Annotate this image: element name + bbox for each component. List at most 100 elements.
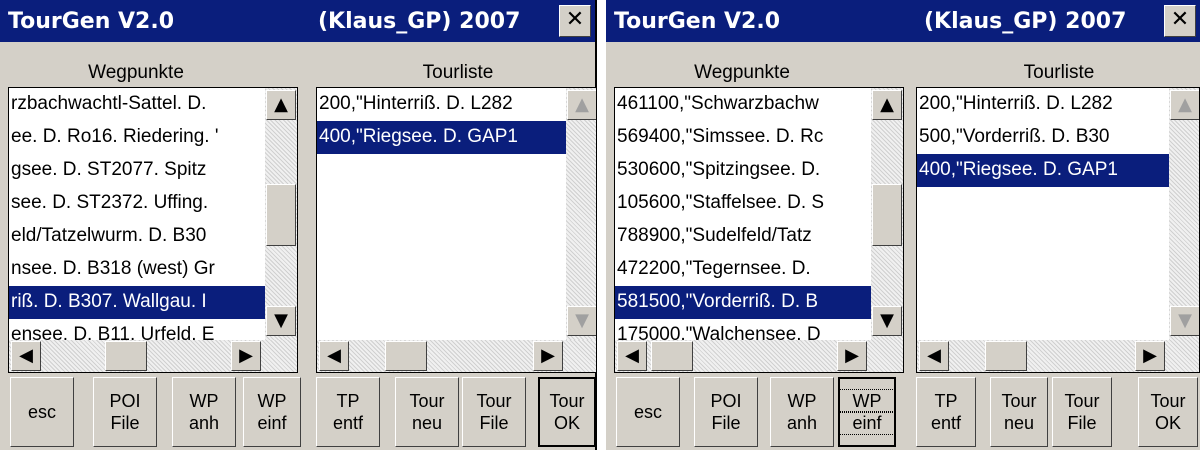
wegpunkte-listbox[interactable]: 461100,"Schwarzbachw 569400,"Simssee. D.… xyxy=(614,87,904,373)
tourliste-list: 200,"Hinterriß. D. L282 500,"Vorderriß. … xyxy=(917,88,1169,187)
wegpunkte-vertical-scrollbar[interactable]: ▲ ▼ xyxy=(265,88,297,340)
scroll-thumb[interactable] xyxy=(266,184,296,246)
wegpunkte-horizontal-scrollbar[interactable]: ◀ ▶ xyxy=(9,340,297,372)
tourliste-item[interactable]: 200,"Hinterriß. D. L282 xyxy=(317,88,566,121)
button-label: Tour xyxy=(549,391,585,411)
tourliste-item-selected[interactable]: 400,"Riegsee. D. GAP1 xyxy=(317,121,566,154)
scroll-thumb[interactable] xyxy=(872,184,902,246)
button-label: POI xyxy=(109,391,141,411)
wp-anh-button[interactable]: WP anh xyxy=(770,377,834,447)
wegpunkte-list: rzbachwachtl-Sattel. D. ee. D. Ro16. Rie… xyxy=(9,88,265,352)
tourliste-horizontal-scrollbar[interactable]: ◀ ▶ xyxy=(317,340,596,372)
tour-ok-button[interactable]: Tour OK xyxy=(538,377,596,447)
wegpunkte-item[interactable]: 788900,"Sudelfeld/Tatz xyxy=(615,220,871,253)
wegpunkte-item[interactable]: 472200,"Tegernsee. D. xyxy=(615,253,871,286)
wegpunkte-list: 461100,"Schwarzbachw 569400,"Simssee. D.… xyxy=(615,88,871,352)
wegpunkte-horizontal-scrollbar[interactable]: ◀ ▶ xyxy=(615,340,903,372)
button-label: anh xyxy=(786,413,818,433)
button-label: File xyxy=(1067,413,1097,433)
author-title: (Klaus_GP) 2007 xyxy=(318,9,521,34)
scroll-up-arrow-icon[interactable]: ▲ xyxy=(266,90,296,120)
wegpunkte-item[interactable]: rzbachwachtl-Sattel. D. xyxy=(9,88,265,121)
scroll-up-arrow-icon[interactable]: ▲ xyxy=(567,90,596,120)
scroll-down-arrow-icon[interactable]: ▼ xyxy=(1170,306,1199,336)
tourliste-item[interactable]: 200,"Hinterriß. D. L282 xyxy=(917,88,1169,121)
scroll-down-arrow-icon[interactable]: ▼ xyxy=(872,306,902,336)
scroll-up-arrow-icon[interactable]: ▲ xyxy=(872,90,902,120)
button-label: TP xyxy=(934,391,958,411)
wegpunkte-item[interactable]: eld/Tatzelwurm. D. B30 xyxy=(9,220,265,253)
wegpunkte-item[interactable]: ee. D. Ro16. Riedering. ' xyxy=(9,121,265,154)
tourliste-header: Tourliste xyxy=(1023,62,1095,83)
button-label: Tour xyxy=(1150,391,1186,411)
tp-entf-button[interactable]: TP entf xyxy=(916,377,976,447)
button-label: TP xyxy=(336,391,360,411)
wegpunkte-item[interactable]: gsee. D. ST2077. Spitz xyxy=(9,154,265,187)
button-label: WP xyxy=(189,391,219,411)
wegpunkte-header: Wegpunkte xyxy=(694,62,790,83)
poi-file-button[interactable]: POI File xyxy=(694,377,758,447)
wegpunkte-item[interactable]: 105600,"Staffelsee. D. S xyxy=(615,187,871,220)
button-label: Tour xyxy=(1001,391,1037,411)
tourliste-item-selected[interactable]: 400,"Riegsee. D. GAP1 xyxy=(917,154,1169,187)
wegpunkte-item[interactable]: 461100,"Schwarzbachw xyxy=(615,88,871,121)
scroll-right-arrow-icon[interactable]: ▶ xyxy=(1135,341,1165,371)
scroll-thumb[interactable] xyxy=(105,341,147,371)
wegpunkte-item-selected[interactable]: riß. D. B307. Wallgau. I xyxy=(9,286,265,319)
poi-file-button[interactable]: POI File xyxy=(93,377,157,447)
button-label: anh xyxy=(188,413,220,433)
wegpunkte-listbox[interactable]: rzbachwachtl-Sattel. D. ee. D. Ro16. Rie… xyxy=(8,87,298,373)
tourliste-item[interactable]: 500,"Vorderriß. D. B30 xyxy=(917,121,1169,154)
scroll-up-arrow-icon[interactable]: ▲ xyxy=(1170,90,1199,120)
tour-neu-button[interactable]: Tour neu xyxy=(395,377,459,447)
tour-file-button[interactable]: Tour File xyxy=(1052,377,1112,447)
scroll-thumb[interactable] xyxy=(985,341,1027,371)
scroll-down-arrow-icon[interactable]: ▼ xyxy=(266,306,296,336)
author-title: (Klaus_GP) 2007 xyxy=(924,9,1127,34)
title-bar: TourGen V2.0 (Klaus_GP) 2007 ✕ xyxy=(0,0,595,42)
button-label: Tour xyxy=(409,391,445,411)
button-label: File xyxy=(711,413,741,433)
scroll-down-arrow-icon[interactable]: ▼ xyxy=(567,306,596,336)
app-title: TourGen V2.0 xyxy=(8,9,175,34)
tourliste-listbox[interactable]: 200,"Hinterriß. D. L282 500,"Vorderriß. … xyxy=(916,87,1200,373)
button-label: esc xyxy=(633,402,662,422)
tourliste-vertical-scrollbar[interactable]: ▲ ▼ xyxy=(566,88,596,340)
button-label: esc xyxy=(27,402,56,422)
close-button[interactable]: ✕ xyxy=(559,5,591,37)
wegpunkte-item-selected[interactable]: 581500,"Vorderriß. D. B xyxy=(615,286,871,319)
esc-button[interactable]: esc xyxy=(616,377,680,447)
tp-entf-button[interactable]: TP entf xyxy=(316,377,380,447)
button-label: einf xyxy=(839,411,895,435)
wegpunkte-item[interactable]: see. D. ST2372. Uffing. xyxy=(9,187,265,220)
scroll-left-arrow-icon[interactable]: ◀ xyxy=(11,341,41,371)
scroll-left-arrow-icon[interactable]: ◀ xyxy=(617,341,647,371)
close-button[interactable]: ✕ xyxy=(1164,5,1196,37)
esc-button[interactable]: esc xyxy=(10,377,74,447)
wp-einf-button[interactable]: WP einf xyxy=(838,377,896,447)
tourliste-listbox[interactable]: 200,"Hinterriß. D. L282 400,"Riegsee. D.… xyxy=(316,87,597,373)
wp-einf-button[interactable]: WP einf xyxy=(243,377,301,447)
button-label: File xyxy=(110,413,140,433)
wegpunkte-item[interactable]: nsee. D. B318 (west) Gr xyxy=(9,253,265,286)
scroll-right-arrow-icon[interactable]: ▶ xyxy=(231,341,261,371)
tour-file-button[interactable]: Tour File xyxy=(462,377,526,447)
button-label: POI xyxy=(710,391,742,411)
tourliste-horizontal-scrollbar[interactable]: ◀ ▶ xyxy=(917,340,1199,372)
button-label: File xyxy=(479,413,509,433)
scroll-thumb[interactable] xyxy=(651,341,693,371)
scroll-thumb[interactable] xyxy=(385,341,427,371)
tour-ok-button[interactable]: Tour OK xyxy=(1138,377,1198,447)
wp-anh-button[interactable]: WP anh xyxy=(172,377,236,447)
scroll-right-arrow-icon[interactable]: ▶ xyxy=(837,341,867,371)
scroll-right-arrow-icon[interactable]: ▶ xyxy=(533,341,563,371)
button-label: OK xyxy=(1154,413,1181,433)
wegpunkte-item[interactable]: 569400,"Simssee. D. Rc xyxy=(615,121,871,154)
tourliste-vertical-scrollbar[interactable]: ▲ ▼ xyxy=(1169,88,1199,340)
scroll-left-arrow-icon[interactable]: ◀ xyxy=(319,341,349,371)
scroll-left-arrow-icon[interactable]: ◀ xyxy=(919,341,949,371)
wegpunkte-vertical-scrollbar[interactable]: ▲ ▼ xyxy=(871,88,903,340)
tour-neu-button[interactable]: Tour neu xyxy=(990,377,1048,447)
button-label: WP xyxy=(257,391,287,411)
wegpunkte-item[interactable]: 530600,"Spitzingsee. D. xyxy=(615,154,871,187)
